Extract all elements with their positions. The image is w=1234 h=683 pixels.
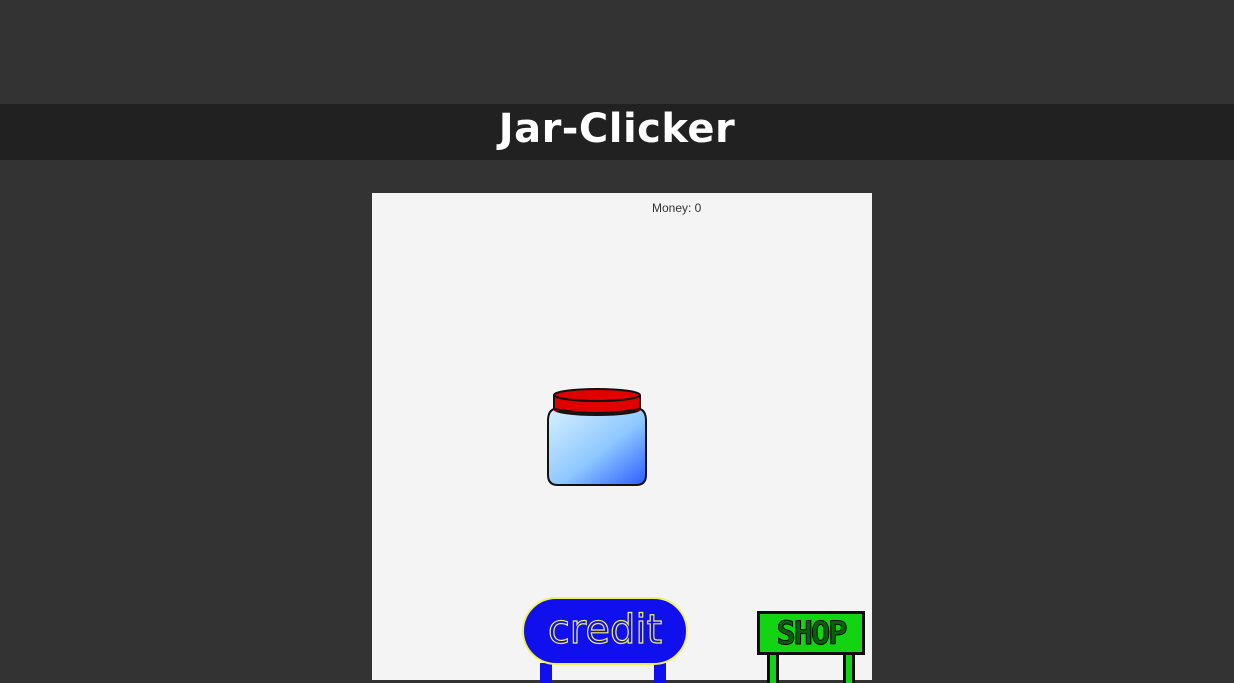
money-counter: Money: 0 (652, 201, 702, 215)
game-panel: Money: 0 credit SHOP (372, 193, 872, 683)
jar-button[interactable] (546, 387, 648, 489)
shop-label: SHOP (776, 614, 848, 653)
game-title: Jar-Clicker (498, 106, 736, 152)
jar-icon[interactable] (546, 387, 648, 489)
shop-button[interactable]: SHOP (757, 611, 867, 683)
shop-sign-left-post (767, 653, 779, 683)
shop-sign-right-post (843, 653, 855, 683)
credit-sign-left-leg (540, 663, 552, 683)
credit-label: credit (547, 606, 663, 653)
credit-sign-right-leg (654, 663, 666, 683)
credit-button[interactable]: credit (522, 596, 690, 683)
